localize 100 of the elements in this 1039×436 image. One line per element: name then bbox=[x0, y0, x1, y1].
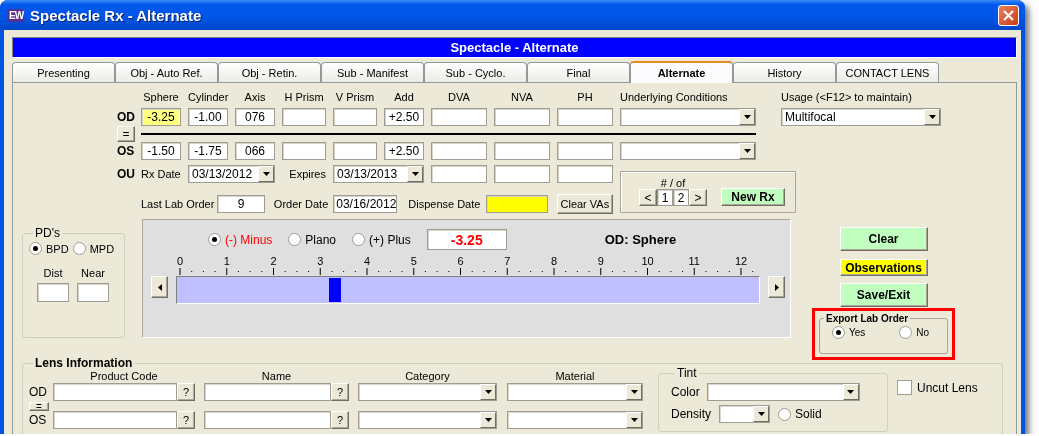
action-button[interactable]: Save/Exit bbox=[839, 283, 928, 307]
app-logo: EW bbox=[8, 8, 25, 22]
tab[interactable]: Presenting bbox=[12, 62, 115, 82]
color-dropdown[interactable] bbox=[706, 383, 860, 401]
tab[interactable]: Alternate bbox=[630, 61, 733, 83]
field-label: Density bbox=[671, 407, 711, 421]
radio-button[interactable] bbox=[208, 233, 221, 246]
input-field[interactable]: 03/16/2012 bbox=[333, 195, 398, 213]
input-field[interactable]: 9 bbox=[217, 195, 265, 213]
tab[interactable]: Sub - Cyclo. bbox=[424, 62, 527, 82]
slider-thumb[interactable] bbox=[329, 278, 342, 302]
dropdown[interactable] bbox=[620, 142, 756, 160]
field-label: Order Date bbox=[273, 198, 329, 210]
input-field[interactable] bbox=[37, 283, 69, 302]
scale-label: 7 bbox=[504, 255, 511, 267]
date-dropdown[interactable]: 03/13/2012 bbox=[188, 165, 275, 183]
input-field[interactable]: +2.50 bbox=[384, 142, 424, 160]
tab[interactable]: Obj - Retin. bbox=[218, 62, 321, 82]
slider-track[interactable] bbox=[176, 276, 760, 304]
field-label: Color bbox=[671, 385, 700, 399]
tab[interactable]: History bbox=[733, 62, 836, 82]
usage-dropdown[interactable]: Multifocal bbox=[781, 108, 941, 126]
radio-button[interactable] bbox=[832, 326, 845, 339]
caret-icon bbox=[743, 115, 751, 119]
caret-icon bbox=[847, 390, 855, 394]
radio-button[interactable] bbox=[352, 233, 366, 246]
radio-button[interactable] bbox=[778, 407, 791, 421]
radio-label: (-) Minus bbox=[225, 232, 273, 247]
input-field[interactable] bbox=[557, 108, 613, 126]
radio-button[interactable] bbox=[899, 326, 913, 339]
input-field[interactable]: -1.75 bbox=[188, 142, 228, 160]
action-button[interactable]: Observations bbox=[839, 259, 928, 276]
input-field[interactable] bbox=[494, 108, 550, 126]
radio-label: No bbox=[916, 327, 930, 338]
input-field[interactable] bbox=[333, 108, 377, 126]
lookup-button[interactable]: ? bbox=[177, 411, 195, 429]
input-field[interactable] bbox=[333, 142, 377, 160]
input-field[interactable] bbox=[557, 165, 613, 183]
scale-label: 4 bbox=[363, 255, 371, 267]
caret-icon bbox=[411, 172, 419, 176]
input-field[interactable]: 076 bbox=[235, 108, 275, 126]
input-field[interactable] bbox=[53, 411, 177, 429]
value-field: -3.25 bbox=[426, 229, 507, 250]
input-field[interactable] bbox=[494, 165, 550, 183]
date-dropdown[interactable]: 03/13/2013 bbox=[333, 165, 424, 183]
new-rx-button[interactable]: New Rx bbox=[721, 188, 785, 206]
input-field[interactable] bbox=[204, 411, 331, 429]
input-field[interactable] bbox=[282, 142, 326, 160]
checkbox[interactable] bbox=[897, 380, 912, 395]
column-header: Axis bbox=[243, 91, 267, 105]
lookup-button[interactable]: ? bbox=[331, 411, 349, 429]
clear-button[interactable]: Clear VAs bbox=[556, 194, 613, 214]
radio-button[interactable] bbox=[288, 233, 302, 246]
lookup-button[interactable]: ? bbox=[177, 383, 195, 401]
input-field[interactable]: 066 bbox=[235, 142, 275, 160]
previous-button[interactable]: < bbox=[639, 189, 657, 206]
input-field[interactable]: -1.00 bbox=[188, 108, 228, 126]
dropdown[interactable] bbox=[358, 383, 497, 401]
tab[interactable]: Sub - Manifest bbox=[321, 62, 424, 82]
input-field[interactable] bbox=[557, 142, 613, 160]
lookup-button[interactable]: ? bbox=[331, 383, 349, 401]
radio-label: Solid bbox=[795, 407, 822, 421]
action-button[interactable]: Clear bbox=[839, 227, 928, 251]
input-field[interactable]: +2.50 bbox=[384, 108, 424, 126]
dropdown[interactable] bbox=[620, 108, 756, 126]
dropdown[interactable] bbox=[507, 411, 643, 429]
copy-button[interactable]: = bbox=[117, 126, 135, 142]
input-field[interactable]: -3.25 bbox=[141, 108, 181, 126]
dropdown[interactable] bbox=[507, 383, 643, 401]
tab[interactable]: Final bbox=[527, 62, 630, 82]
scroll-left-button[interactable] bbox=[151, 276, 168, 298]
input-field[interactable] bbox=[53, 383, 177, 401]
row-label: OD bbox=[29, 384, 48, 401]
column-header: Cylinder bbox=[188, 91, 228, 105]
column-header: Product Code bbox=[89, 370, 159, 382]
column-header: Name bbox=[260, 370, 293, 382]
scroll-right-button[interactable] bbox=[768, 276, 785, 298]
input-field[interactable] bbox=[494, 142, 550, 160]
copy-button[interactable]: = bbox=[29, 402, 49, 411]
tab[interactable]: CONTACT LENS bbox=[836, 62, 939, 82]
input-field[interactable] bbox=[431, 165, 487, 183]
radio-button[interactable] bbox=[72, 242, 86, 255]
dropdown[interactable] bbox=[358, 411, 497, 429]
input-field[interactable] bbox=[204, 383, 331, 401]
input-field[interactable] bbox=[431, 142, 487, 160]
input-field[interactable]: -1.50 bbox=[141, 142, 181, 160]
input-field[interactable] bbox=[431, 108, 487, 126]
close-button[interactable] bbox=[998, 4, 1019, 26]
scale-label: 1 bbox=[223, 255, 230, 267]
input-field[interactable] bbox=[282, 108, 326, 126]
scale-label: 3 bbox=[317, 255, 324, 267]
next-button[interactable]: > bbox=[689, 189, 707, 206]
tab[interactable]: Obj - Auto Ref. bbox=[115, 62, 218, 82]
column-header: PH bbox=[576, 91, 594, 105]
input-field[interactable] bbox=[486, 195, 548, 213]
slider-title: OD: Sphere bbox=[604, 232, 677, 247]
column-header: NVA bbox=[510, 91, 534, 105]
density-dropdown[interactable] bbox=[719, 405, 770, 423]
input-field[interactable] bbox=[77, 283, 109, 302]
radio-button[interactable] bbox=[29, 242, 42, 255]
